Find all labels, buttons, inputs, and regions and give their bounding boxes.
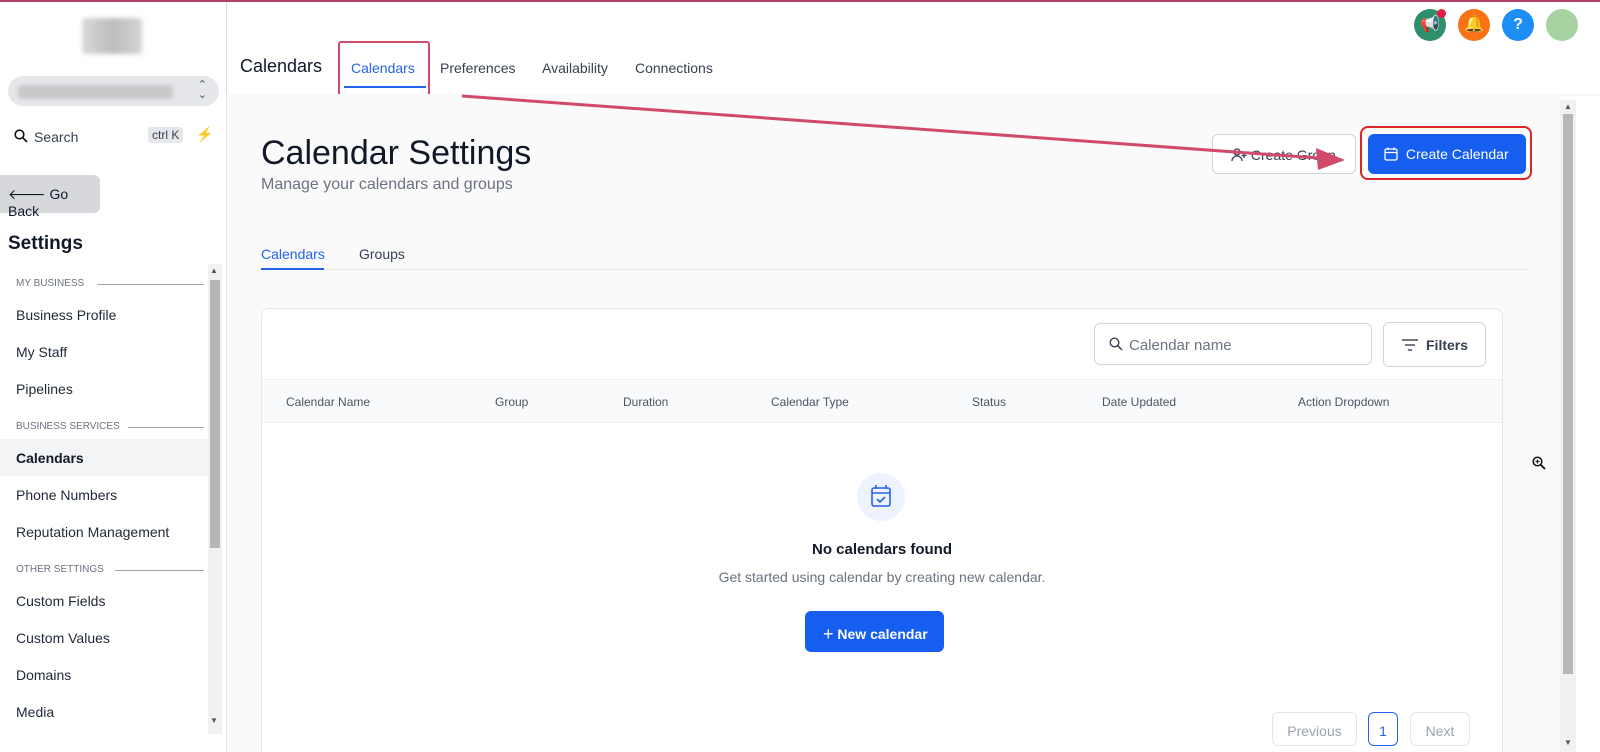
page-title: Calendar Settings: [261, 134, 532, 172]
filters-label: Filters: [1426, 337, 1469, 353]
calendar-search-input[interactable]: [1129, 334, 1359, 356]
settings-title: Settings: [8, 233, 83, 254]
header-title: Calendars: [240, 56, 323, 76]
calendar-icon: [1384, 146, 1402, 162]
scroll-down-icon[interactable]: ▼: [210, 716, 218, 725]
bell-icon[interactable]: 🔔: [1458, 9, 1490, 41]
main-content: Calendar Settings Manage your calendars …: [227, 94, 1562, 752]
divider: [115, 570, 204, 571]
sidebar-item-custom-values[interactable]: Custom Values: [0, 619, 210, 656]
column-date-updated[interactable]: Date Updated: [1102, 395, 1176, 409]
tab-connections[interactable]: Connections: [635, 60, 713, 76]
sidebar-search[interactable]: Search ctrl K ⚡: [8, 122, 219, 150]
help-icon[interactable]: ?: [1502, 9, 1534, 41]
filters-button[interactable]: Filters: [1383, 322, 1486, 367]
filter-icon: [1402, 338, 1418, 354]
empty-state-subtitle: Get started using calendar by creating n…: [718, 569, 1046, 585]
main-scrollbar[interactable]: ▲ ▼: [1560, 100, 1576, 752]
sidebar-item-business-profile[interactable]: Business Profile: [0, 296, 210, 333]
section-other-settings: OTHER SETTINGS: [0, 550, 210, 582]
column-duration[interactable]: Duration: [623, 395, 668, 409]
go-back-button[interactable]: 🡐 Go Back: [0, 175, 100, 219]
divider: [97, 284, 204, 285]
top-header: Calendars Calendars Preferences Availabi…: [227, 2, 1600, 96]
column-calendar-type[interactable]: Calendar Type: [771, 395, 849, 409]
arrow-left-icon: 🡐: [8, 186, 46, 202]
section-label: BUSINESS SERVICES: [16, 421, 120, 432]
sidebar-item-reputation-management[interactable]: Reputation Management: [0, 513, 210, 550]
search-label: Search: [34, 129, 79, 145]
plus-icon: +: [823, 624, 834, 644]
create-calendar-label: Create Calendar: [1405, 146, 1509, 162]
column-status[interactable]: Status: [972, 395, 1006, 409]
empty-state-title: No calendars found: [811, 541, 953, 558]
sidebar: ⌃ ⌄ Search ctrl K ⚡ 🡐 Go Back Settings MY…: [0, 2, 227, 752]
column-action-dropdown[interactable]: Action Dropdown: [1298, 395, 1389, 409]
pagination-next[interactable]: Next: [1410, 712, 1470, 746]
page-subtitle: Manage your calendars and groups: [261, 176, 513, 193]
sidebar-item-calendars[interactable]: Calendars: [0, 439, 210, 476]
divider: [128, 427, 204, 428]
create-group-label: Create Group: [1250, 147, 1336, 163]
scrollbar-thumb[interactable]: [210, 280, 220, 548]
section-business-services: BUSINESS SERVICES: [0, 407, 210, 439]
subtab-groups[interactable]: Groups: [359, 246, 405, 262]
account-name: [18, 85, 173, 99]
scroll-down-icon[interactable]: ▼: [1564, 738, 1572, 747]
annotation-highlight-tab: [338, 41, 430, 96]
notification-dot: [1437, 9, 1446, 18]
calendar-check-icon: [857, 473, 905, 521]
scroll-up-icon[interactable]: ▲: [1564, 102, 1572, 111]
table-header: Calendar Name Group Duration Calendar Ty…: [262, 379, 1502, 423]
create-calendar-button[interactable]: Create Calendar: [1368, 134, 1526, 174]
calendar-search[interactable]: [1094, 323, 1372, 365]
new-calendar-label: New calendar: [837, 626, 928, 642]
new-calendar-button[interactable]: + New calendar: [805, 611, 944, 652]
pagination-page-1[interactable]: 1: [1368, 712, 1398, 746]
scrollbar-thumb[interactable]: [1563, 114, 1573, 674]
subtab-divider: [261, 269, 1529, 270]
sidebar-item-custom-fields[interactable]: Custom Fields: [0, 582, 210, 619]
scroll-up-icon[interactable]: ▲: [210, 266, 218, 275]
sidebar-item-pipelines[interactable]: Pipelines: [0, 370, 210, 407]
megaphone-icon[interactable]: 📢: [1414, 9, 1446, 41]
zoom-in-icon[interactable]: [1532, 456, 1546, 475]
user-plus-icon: [1231, 147, 1251, 163]
column-group[interactable]: Group: [495, 395, 528, 409]
company-logo: [82, 18, 142, 54]
sidebar-scrollbar[interactable]: ▲ ▼: [208, 264, 222, 734]
column-calendar-name[interactable]: Calendar Name: [286, 395, 370, 409]
subtab-calendars[interactable]: Calendars: [261, 246, 325, 262]
sidebar-item-domains[interactable]: Domains: [0, 656, 210, 693]
section-my-business: MY BUSINESS: [0, 264, 210, 296]
tab-preferences[interactable]: Preferences: [440, 60, 515, 76]
sidebar-item-my-staff[interactable]: My Staff: [0, 333, 210, 370]
calendars-table-card: Filters Calendar Name Group Duration Cal…: [261, 308, 1503, 752]
tab-availability[interactable]: Availability: [542, 60, 608, 76]
search-icon: [14, 129, 28, 148]
section-label: MY BUSINESS: [16, 278, 85, 289]
pagination-previous[interactable]: Previous: [1272, 712, 1357, 746]
lightning-icon[interactable]: ⚡: [196, 126, 213, 143]
account-switcher[interactable]: ⌃ ⌄: [8, 76, 219, 106]
search-icon: [1109, 337, 1123, 356]
sidebar-item-phone-numbers[interactable]: Phone Numbers: [0, 476, 210, 513]
create-group-button[interactable]: Create Group: [1212, 134, 1356, 174]
sidebar-nav: MY BUSINESS Business Profile My Staff Pi…: [0, 264, 210, 752]
section-label: OTHER SETTINGS: [16, 564, 104, 575]
sidebar-item-media[interactable]: Media: [0, 693, 210, 730]
shortcut-hint: ctrl K: [148, 127, 184, 143]
active-subtab-indicator: [261, 268, 324, 270]
avatar[interactable]: [1546, 9, 1578, 41]
chevron-updown-icon: ⌃ ⌄: [197, 79, 207, 101]
